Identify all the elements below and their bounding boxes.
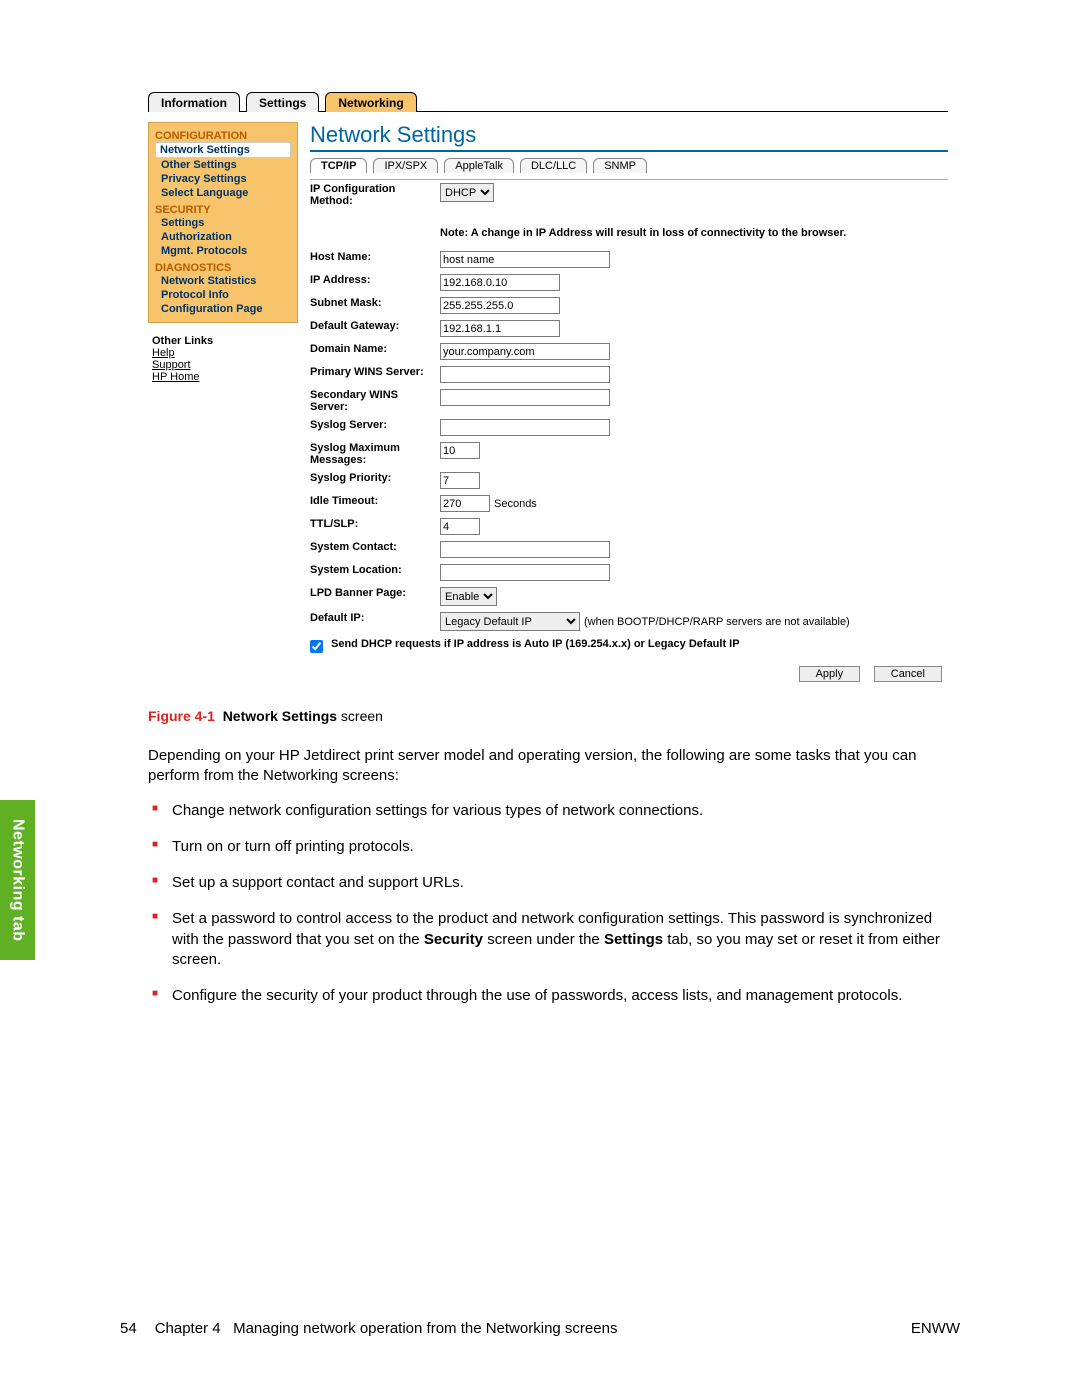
bullet-2: Turn on or turn off printing protocols. xyxy=(148,837,948,857)
sidebar-item-sec-auth[interactable]: Authorization xyxy=(155,230,291,244)
checkbox-dhcp-label: Send DHCP requests if IP address is Auto… xyxy=(331,638,740,650)
cancel-button[interactable]: Cancel xyxy=(874,666,942,682)
input-pwins[interactable] xyxy=(440,366,610,383)
bullet-5: Configure the security of your product t… xyxy=(148,986,948,1006)
tab-networking[interactable]: Networking xyxy=(325,92,416,112)
lbl-swins: Secondary WINS Server: xyxy=(310,389,440,413)
lbl-subnet: Subnet Mask: xyxy=(310,297,440,309)
lbl-ipconfig: IP Configuration Method: xyxy=(310,183,440,207)
input-subnet[interactable] xyxy=(440,297,560,314)
other-links-title: Other Links xyxy=(152,335,298,347)
input-syslog[interactable] xyxy=(440,419,610,436)
lbl-syslogpri: Syslog Priority: xyxy=(310,472,440,484)
input-ttl[interactable] xyxy=(440,518,480,535)
sidebar-item-diag-proto[interactable]: Protocol Info xyxy=(155,288,291,302)
select-ipconfig[interactable]: DHCP xyxy=(440,183,494,202)
lbl-lpd: LPD Banner Page: xyxy=(310,587,440,599)
lbl-syslog: Syslog Server: xyxy=(310,419,440,431)
lbl-gateway: Default Gateway: xyxy=(310,320,440,332)
side-tab-label: Networking tab xyxy=(9,819,27,942)
sidebar-item-diag-netstat[interactable]: Network Statistics xyxy=(155,274,291,288)
subtabs: TCP/IP IPX/SPX AppleTalk DLC/LLC SNMP xyxy=(310,158,948,173)
subtab-dlcllc[interactable]: DLC/LLC xyxy=(520,158,587,173)
side-tab-networking: Networking tab xyxy=(0,800,35,960)
lbl-idle: Idle Timeout: xyxy=(310,495,440,507)
input-syslogpri[interactable] xyxy=(440,472,480,489)
apply-button[interactable]: Apply xyxy=(799,666,861,682)
input-idle[interactable] xyxy=(440,495,490,512)
chapter-title: Managing network operation from the Netw… xyxy=(233,1320,617,1337)
idle-unit: Seconds xyxy=(494,498,537,510)
input-contact[interactable] xyxy=(440,541,610,558)
subtab-ipxspx[interactable]: IPX/SPX xyxy=(373,158,438,173)
body-intro: Depending on your HP Jetdirect print ser… xyxy=(148,746,948,787)
lbl-location: System Location: xyxy=(310,564,440,576)
lbl-ipaddress: IP Address: xyxy=(310,274,440,286)
bullet-1: Change network configuration settings fo… xyxy=(148,801,948,821)
input-domain[interactable] xyxy=(440,343,610,360)
ipchange-note: Note: A change in IP Address will result… xyxy=(440,213,948,245)
sidebar-item-other-settings[interactable]: Other Settings xyxy=(155,158,291,172)
bullet-3: Set up a support contact and support URL… xyxy=(148,873,948,893)
page-footer: 54 Chapter 4 Managing network operation … xyxy=(120,1320,960,1337)
defaultip-suffix: (when BOOTP/DHCP/RARP servers are not av… xyxy=(584,616,850,628)
input-ipaddress[interactable] xyxy=(440,274,560,291)
lbl-contact: System Contact: xyxy=(310,541,440,553)
sidebar: CONFIGURATION Network Settings Other Set… xyxy=(148,122,298,323)
bullet-list: Change network configuration settings fo… xyxy=(148,801,948,1007)
sidebar-hdr-config: CONFIGURATION xyxy=(155,130,291,142)
lbl-defaultip: Default IP: xyxy=(310,612,440,624)
sidebar-item-privacy-settings[interactable]: Privacy Settings xyxy=(155,172,291,186)
link-hphome[interactable]: HP Home xyxy=(152,371,298,383)
sidebar-hdr-security: SECURITY xyxy=(155,204,291,216)
lbl-hostname: Host Name: xyxy=(310,251,440,263)
tcpip-form: IP Configuration Method: DHCP Note: A ch… xyxy=(310,179,948,690)
top-tabs: Information Settings Networking xyxy=(148,90,948,112)
sidebar-hdr-diag: DIAGNOSTICS xyxy=(155,262,291,274)
sidebar-item-sec-mgmt[interactable]: Mgmt. Protocols xyxy=(155,244,291,258)
figure-rest: screen xyxy=(337,708,383,724)
input-location[interactable] xyxy=(440,564,610,581)
sidebar-item-network-settings[interactable]: Network Settings xyxy=(155,142,291,158)
footer-right: ENWW xyxy=(911,1320,960,1337)
input-syslogmax[interactable] xyxy=(440,442,480,459)
checkbox-dhcp[interactable] xyxy=(310,640,323,653)
figure-number: Figure 4-1 xyxy=(148,708,215,724)
subtab-tcpip[interactable]: TCP/IP xyxy=(310,158,367,173)
sidebar-item-select-language[interactable]: Select Language xyxy=(155,186,291,200)
input-hostname[interactable] xyxy=(440,251,610,268)
chapter-label: Chapter 4 xyxy=(155,1320,221,1337)
figure-title: Network Settings xyxy=(223,708,337,724)
lbl-syslogmax: Syslog Maximum Messages: xyxy=(310,442,440,466)
input-swins[interactable] xyxy=(440,389,610,406)
page-title: Network Settings xyxy=(310,122,948,148)
sidebar-item-diag-config[interactable]: Configuration Page xyxy=(155,302,291,316)
subtab-appletalk[interactable]: AppleTalk xyxy=(444,158,514,173)
select-lpd[interactable]: Enable xyxy=(440,587,497,606)
tab-settings[interactable]: Settings xyxy=(246,92,319,112)
input-gateway[interactable] xyxy=(440,320,560,337)
other-links: Other Links Help Support HP Home xyxy=(148,335,298,383)
link-help[interactable]: Help xyxy=(152,347,298,359)
link-support[interactable]: Support xyxy=(152,359,298,371)
lbl-pwins: Primary WINS Server: xyxy=(310,366,440,378)
figure-caption: Figure 4-1 Network Settings screen xyxy=(148,708,948,724)
page-number: 54 xyxy=(120,1320,137,1337)
subtab-snmp[interactable]: SNMP xyxy=(593,158,647,173)
bullet-4: Set a password to control access to the … xyxy=(148,909,948,970)
select-defaultip[interactable]: Legacy Default IP xyxy=(440,612,580,631)
sidebar-item-sec-settings[interactable]: Settings xyxy=(155,216,291,230)
lbl-domain: Domain Name: xyxy=(310,343,440,355)
lbl-ttl: TTL/SLP: xyxy=(310,518,440,530)
tab-information[interactable]: Information xyxy=(148,92,240,112)
